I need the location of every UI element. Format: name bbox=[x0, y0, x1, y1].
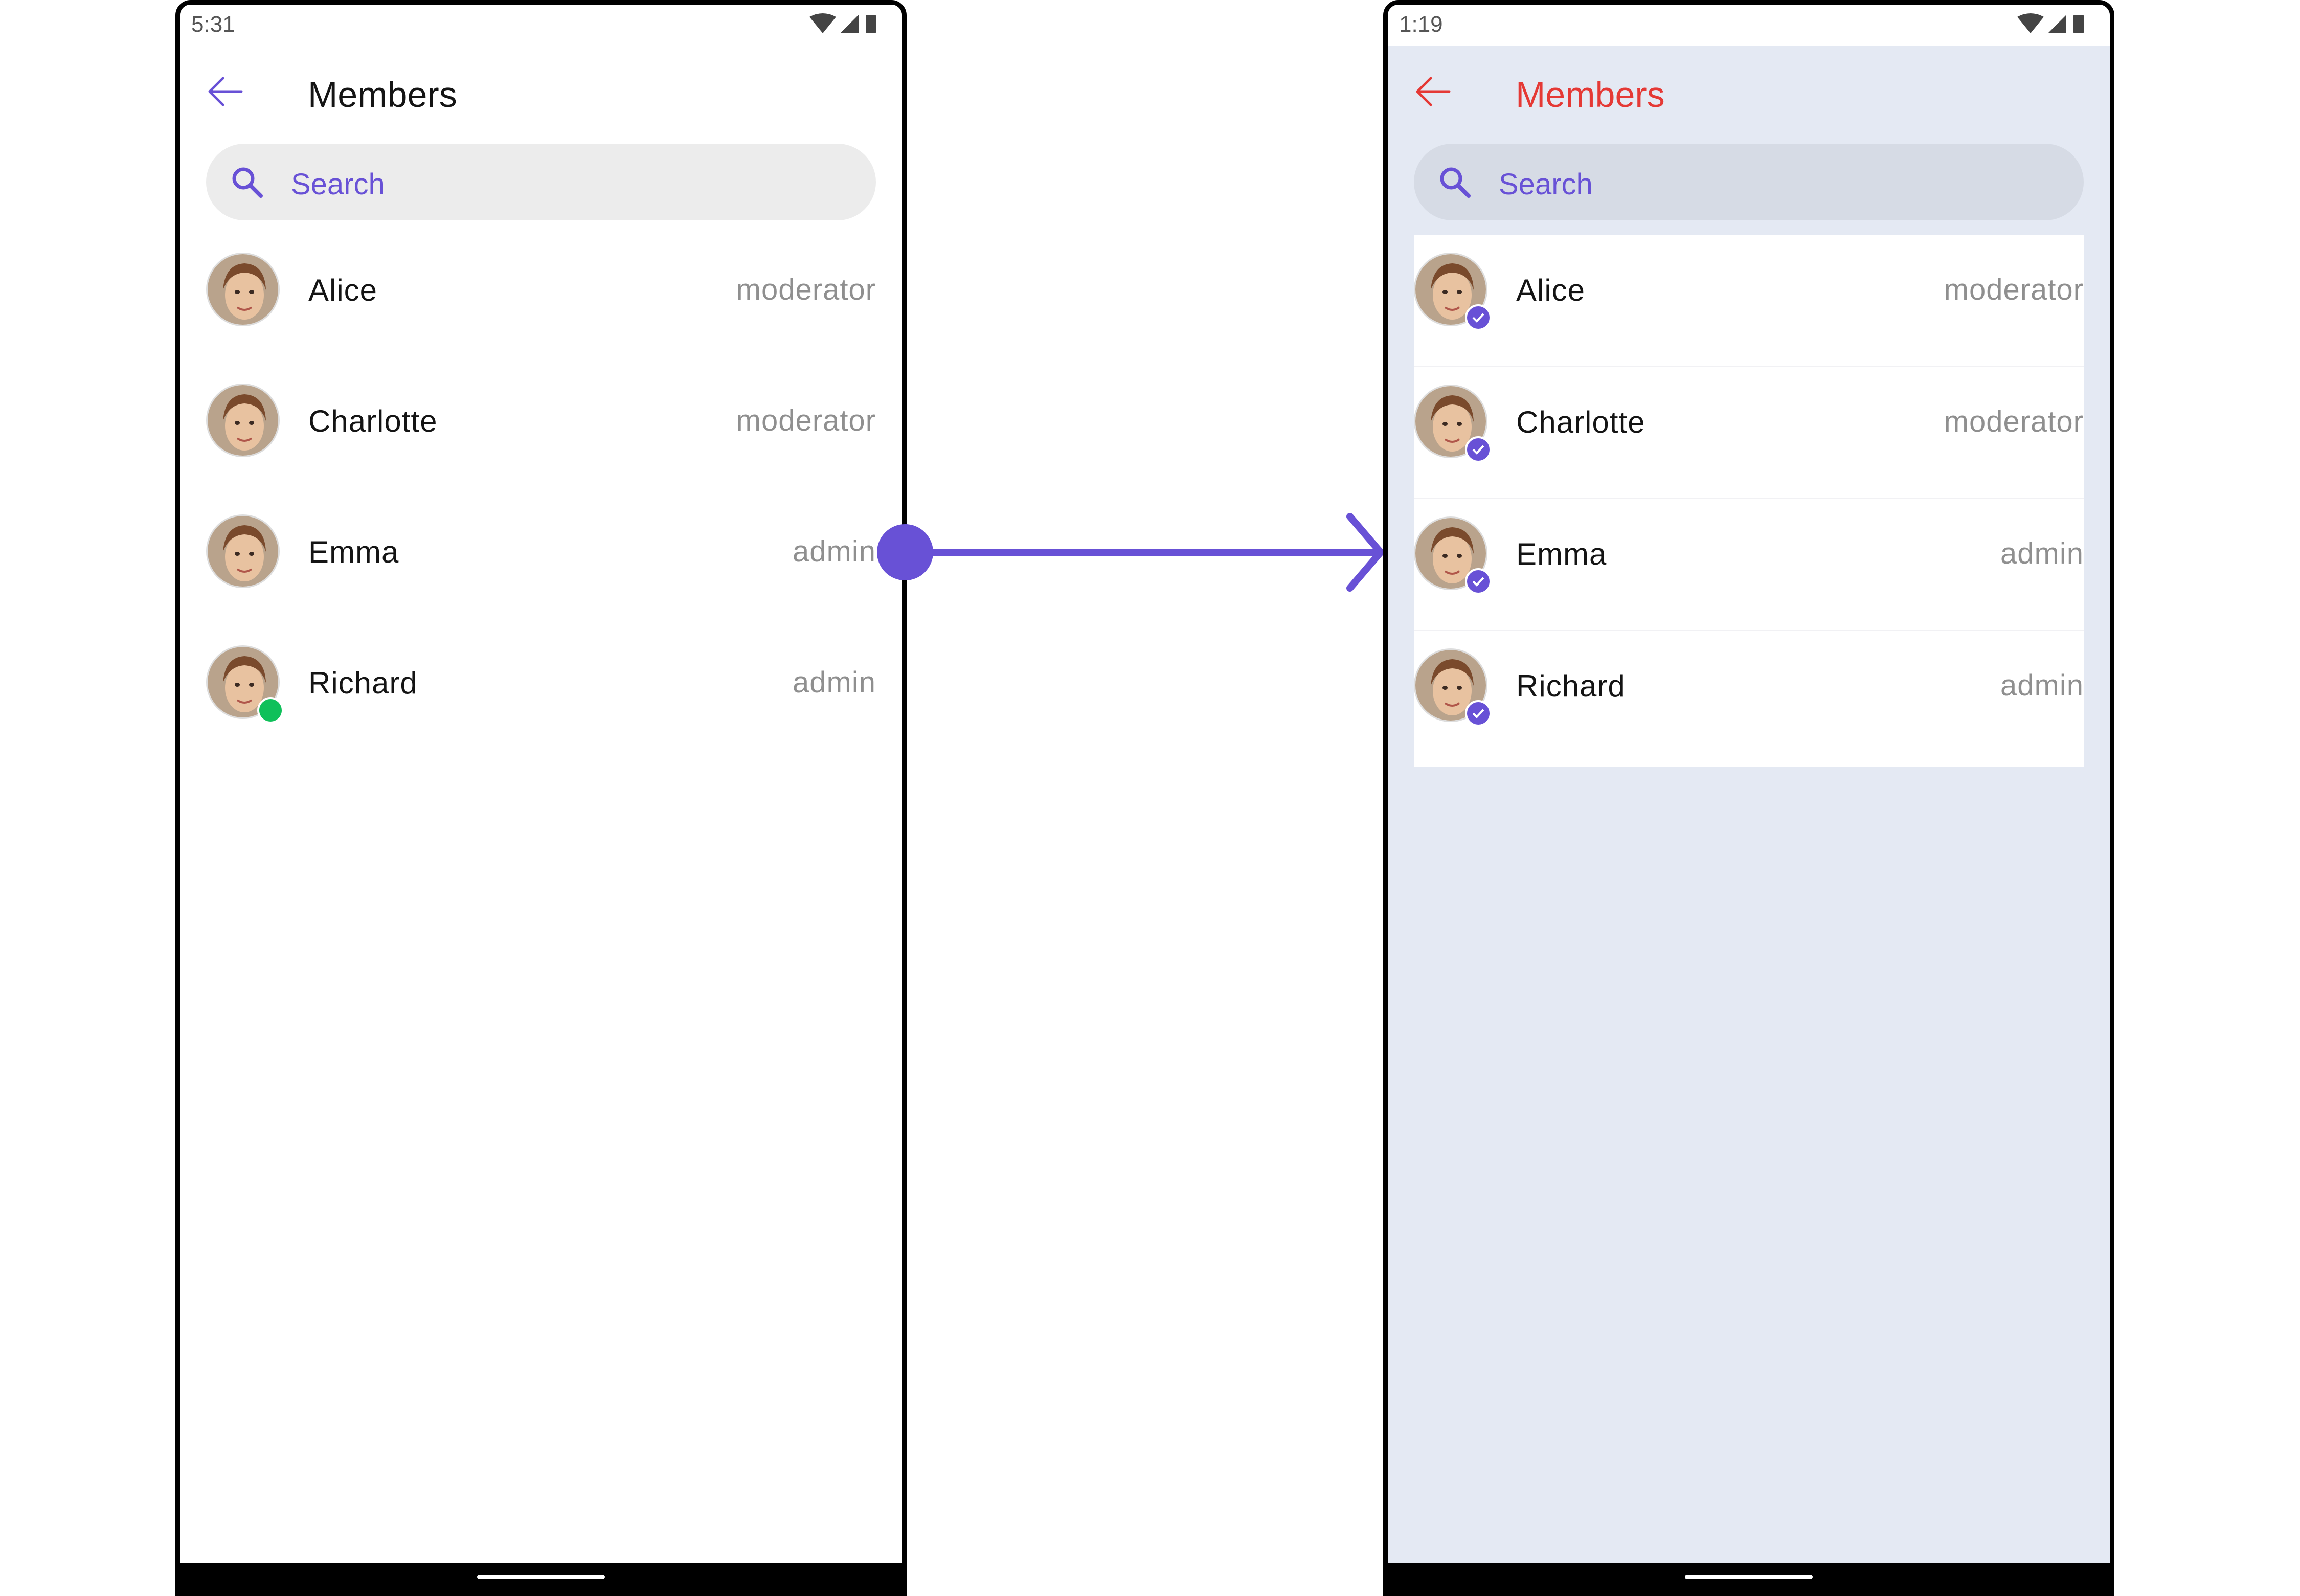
status-bar: 1:19 bbox=[1388, 5, 2110, 46]
member-name: Richard bbox=[1516, 669, 1626, 703]
online-status-indicator bbox=[257, 697, 284, 724]
status-icons bbox=[2015, 13, 2087, 40]
member-role: admin bbox=[2000, 669, 2084, 702]
wifi-icon bbox=[2017, 13, 2044, 33]
avatar bbox=[206, 253, 280, 326]
member-role: moderator bbox=[1944, 405, 2084, 438]
search-input[interactable]: Search bbox=[1414, 144, 2084, 220]
member-role: admin bbox=[2000, 537, 2084, 570]
list-item[interactable]: Charlotte moderator bbox=[1414, 367, 2084, 499]
member-list: Alice moderator Charlotte moderator Emma… bbox=[1414, 235, 2084, 767]
member-list: Alice moderator Charlotte moderator Emma… bbox=[206, 235, 876, 758]
check-icon bbox=[1465, 568, 1492, 595]
search-placeholder: Search bbox=[291, 168, 385, 201]
battery-icon bbox=[866, 15, 876, 33]
member-name: Alice bbox=[308, 273, 378, 307]
member-name: Emma bbox=[1516, 537, 1607, 571]
navigation-bar bbox=[1388, 1563, 2110, 1591]
status-time: 1:19 bbox=[1399, 12, 1443, 37]
back-arrow-icon[interactable] bbox=[205, 71, 245, 112]
back-arrow-icon[interactable] bbox=[1412, 71, 1453, 112]
member-name: Emma bbox=[308, 535, 399, 569]
home-indicator[interactable] bbox=[477, 1575, 605, 1579]
transition-arrow bbox=[877, 513, 1384, 592]
signal-icon bbox=[2048, 15, 2066, 33]
list-item[interactable]: Emma admin bbox=[1414, 499, 2084, 631]
search-icon bbox=[232, 167, 263, 198]
navigation-bar bbox=[180, 1563, 902, 1591]
list-item[interactable]: Richard admin bbox=[206, 627, 876, 758]
avatar bbox=[206, 384, 280, 457]
wifi-icon bbox=[809, 13, 836, 33]
member-role: moderator bbox=[736, 273, 876, 306]
member-role: admin bbox=[793, 666, 876, 699]
signal-icon bbox=[840, 15, 859, 33]
member-name: Charlotte bbox=[1516, 405, 1645, 439]
search-input[interactable]: Search bbox=[206, 144, 876, 220]
header: Members bbox=[1388, 46, 2110, 143]
page-title: Members bbox=[308, 75, 457, 115]
battery-icon bbox=[2073, 15, 2084, 33]
member-role: moderator bbox=[736, 404, 876, 437]
member-name: Alice bbox=[1516, 273, 1586, 307]
status-icons bbox=[807, 13, 879, 40]
member-role: moderator bbox=[1944, 273, 2084, 306]
list-item[interactable]: Richard admin bbox=[1414, 631, 2084, 761]
list-item[interactable]: Alice moderator bbox=[1414, 235, 2084, 367]
home-indicator[interactable] bbox=[1685, 1575, 1813, 1579]
member-name: Richard bbox=[308, 666, 418, 700]
search-icon bbox=[1440, 167, 1471, 198]
list-item[interactable]: Emma admin bbox=[206, 497, 876, 627]
list-item[interactable]: Alice moderator bbox=[206, 235, 876, 366]
status-time: 5:31 bbox=[191, 12, 235, 37]
status-bar: 5:31 bbox=[180, 5, 902, 46]
phone-custom-style: 1:19 Members Search Alice moderator Char… bbox=[1383, 0, 2114, 1596]
search-placeholder: Search bbox=[1499, 168, 1593, 201]
page-title: Members bbox=[1516, 75, 1665, 115]
check-icon bbox=[1465, 304, 1492, 331]
phone-default-style: 5:31 Members Search Alice moderator Char… bbox=[175, 0, 907, 1596]
check-icon bbox=[1465, 436, 1492, 463]
list-item[interactable]: Charlotte moderator bbox=[206, 366, 876, 497]
check-icon bbox=[1465, 700, 1492, 727]
member-name: Charlotte bbox=[308, 404, 438, 438]
avatar bbox=[206, 514, 280, 588]
header: Members bbox=[180, 46, 902, 143]
member-role: admin bbox=[793, 535, 876, 568]
